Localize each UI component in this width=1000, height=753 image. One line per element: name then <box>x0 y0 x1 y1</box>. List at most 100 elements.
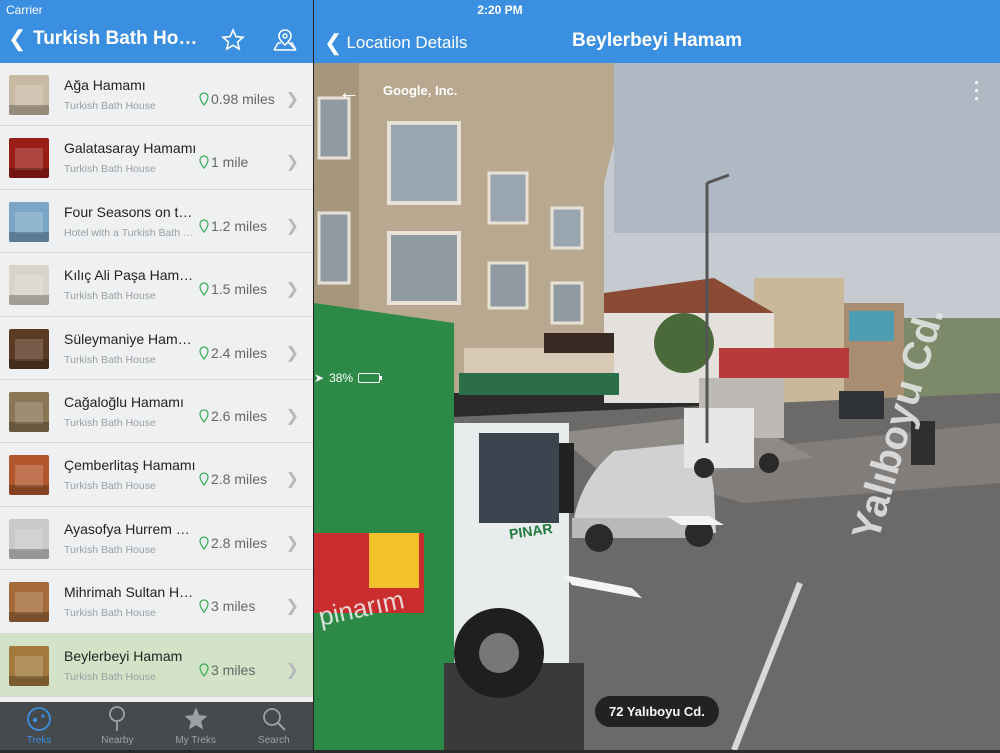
distance-value: 0.98 miles <box>211 91 275 107</box>
location-type: Turkish Bath House <box>64 163 156 176</box>
chevron-right-icon: ❯ <box>285 407 299 425</box>
list-item[interactable]: Ayasofya Hurrem Sultan Hamamı Turkish Bat… <box>0 506 313 571</box>
location-name: Cağaloğlu Hamamı <box>64 393 184 410</box>
distance: 3 miles <box>199 662 255 678</box>
distance: 0.98 miles <box>199 91 275 107</box>
list-item[interactable]: Kılıç Ali Paşa Hamamı Turkish Bath House 1… <box>0 253 313 317</box>
pin-icon <box>199 409 209 423</box>
search-icon <box>235 702 313 732</box>
thumbnail-image <box>9 455 49 496</box>
thumbnail-image <box>9 391 49 432</box>
location-name: Four Seasons on the Bosphorus <box>64 203 199 220</box>
map-pin-icon[interactable] <box>271 28 299 57</box>
location-type: Turkish Bath House <box>64 290 156 303</box>
status-bar: Carrier 2:20 PM ➤ 38% <box>0 0 1000 385</box>
location-name: Kılıç Ali Paşa Hamamı <box>64 267 199 284</box>
distance: 2.4 miles <box>199 345 267 361</box>
distance-value: 1.5 miles <box>211 281 268 298</box>
location-type: Turkish Bath House <box>64 100 156 112</box>
location-name: Ağa Hamamı <box>64 77 146 93</box>
chevron-left-icon[interactable]: ❮ <box>8 28 26 50</box>
location-type: Turkish Bath House <box>64 416 156 429</box>
location-name: Beylerbeyi Hamam <box>64 647 183 664</box>
pin-icon <box>199 219 209 233</box>
location-name: Mihrimah Sultan Hamamı <box>64 584 199 601</box>
pin-icon <box>199 92 209 106</box>
thumbnail-image <box>9 75 49 115</box>
tab-treks[interactable]: Treks <box>0 702 78 750</box>
master-panel: ❮ Turkish Bath House Ağa Hamamı Turkish B… <box>0 0 313 750</box>
list-item[interactable]: Süleymaniye Hamamı Turkish Bath House 2.4 … <box>0 316 313 380</box>
thumbnail-image <box>9 582 49 623</box>
thumbnail-image <box>9 518 49 559</box>
distance-value: 3 miles <box>211 598 256 615</box>
pin-icon <box>78 702 156 732</box>
list-title: Turkish Bath House <box>33 28 208 49</box>
distance: 2.8 miles <box>199 471 267 487</box>
location-type: Turkish Bath House <box>64 480 156 493</box>
pin-icon <box>199 282 209 297</box>
chevron-right-icon: ❯ <box>285 471 299 489</box>
distance: 2.6 miles <box>199 408 267 424</box>
list-item[interactable]: Four Seasons on the Bosphorus Hotel with … <box>0 189 313 254</box>
location-type: Turkish Bath House <box>64 607 156 620</box>
distance: 1.5 miles <box>199 281 267 297</box>
tab-search[interactable]: Search <box>235 702 313 750</box>
list-item[interactable]: Ağa Hamamı Turkish Bath House 0.98 miles ❯ <box>0 63 313 127</box>
distance: 2.8 miles <box>199 535 267 551</box>
location-type: Turkish Bath House <box>64 670 156 683</box>
thumbnail-image <box>9 645 49 686</box>
distance-value: 1.2 miles <box>211 217 268 234</box>
tab-label: Treks <box>26 735 52 746</box>
chevron-right-icon: ❯ <box>285 661 299 679</box>
distance: 1.2 miles <box>199 218 267 234</box>
thumbnail-image <box>9 201 49 242</box>
list-item[interactable]: Beylerbeyi Hamam Turkish Bath House 3 mile… <box>0 633 313 697</box>
location-name: Süleymaniye Hamamı <box>64 330 199 347</box>
distance-value: 2.8 miles <box>211 471 268 488</box>
distance: 1 mile <box>199 154 248 170</box>
chevron-right-icon: ❯ <box>285 598 299 616</box>
location-name: Ayasofya Hurrem Sultan Hamamı <box>64 520 199 537</box>
compass-icon <box>0 702 78 732</box>
pin-icon <box>199 599 209 614</box>
location-list: Ağa Hamamı Turkish Bath House 0.98 miles ❯ G… <box>0 63 313 697</box>
distance-value: 2.4 miles <box>211 344 268 361</box>
star-icon[interactable] <box>221 28 245 57</box>
tab-nearby[interactable]: Nearby <box>78 702 156 750</box>
location-name: Çemberlitaş Hamamı <box>64 457 196 474</box>
chevron-right-icon: ❯ <box>285 344 299 362</box>
pin-icon <box>199 662 209 677</box>
thumbnail-image <box>9 328 49 369</box>
distance-value: 3 miles <box>211 661 256 678</box>
list-item[interactable]: Çemberlitaş Hamamı Turkish Bath House 2.8 … <box>0 443 313 507</box>
distance: 3 miles <box>199 598 255 614</box>
battery-percent: 38% <box>329 371 354 385</box>
list-item[interactable]: Mihrimah Sultan Hamamı Turkish Bath House… <box>0 570 313 634</box>
battery-icon <box>358 373 383 383</box>
location-name: Galatasaray Hamamı <box>64 140 197 157</box>
distance-value: 1 mile <box>211 154 249 171</box>
star-icon <box>157 702 235 732</box>
status-right: ➤ 38% <box>314 3 1000 753</box>
location-type: Turkish Bath House <box>64 353 156 366</box>
chevron-right-icon: ❯ <box>285 91 299 108</box>
pin-icon <box>199 155 209 170</box>
tab-my-treks[interactable]: My Treks <box>157 702 235 750</box>
chevron-right-icon: ❯ <box>285 534 299 552</box>
pin-icon <box>199 345 209 360</box>
list-item[interactable]: Galatasaray Hamamı Turkish Bath House 1 mi… <box>0 126 313 190</box>
chevron-right-icon: ❯ <box>285 281 299 299</box>
thumbnail-image <box>9 138 49 179</box>
tab-bar: Treks Nearby My Treks Search <box>0 702 313 750</box>
tab-label: Nearby <box>101 735 134 746</box>
list-item[interactable]: Cağaloğlu Hamamı Turkish Bath House 2.6 mi… <box>0 379 313 444</box>
location-arrow-icon: ➤ <box>314 371 325 385</box>
location-type: Turkish Bath House <box>64 543 156 556</box>
chevron-right-icon: ❯ <box>285 217 299 235</box>
pin-icon <box>199 472 209 487</box>
distance-value: 2.8 miles <box>211 534 268 551</box>
distance-value: 2.6 miles <box>211 407 268 424</box>
pin-icon <box>199 536 209 550</box>
tab-label: My Treks <box>175 735 216 746</box>
